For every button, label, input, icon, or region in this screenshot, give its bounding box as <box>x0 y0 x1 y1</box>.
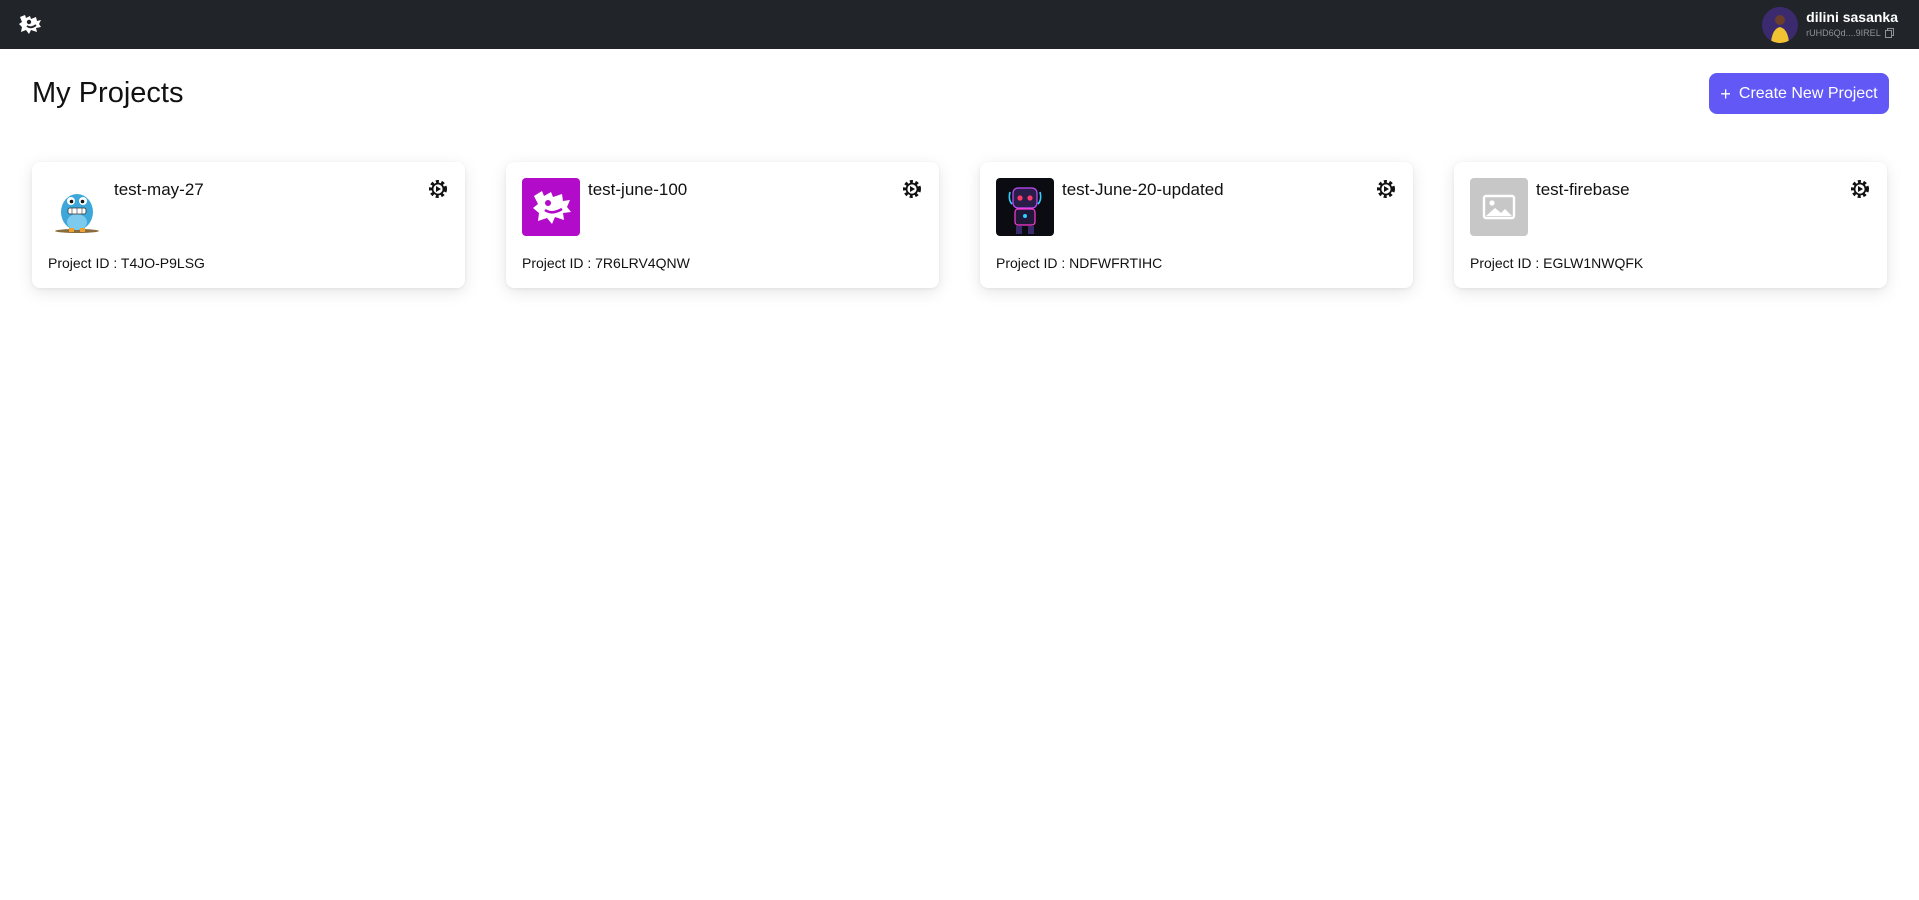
copy-icon[interactable] <box>1884 28 1894 38</box>
gear-icon[interactable] <box>1849 178 1871 200</box>
project-card[interactable]: test-june-100 Project ID : 7R6LRV4QNW <box>506 162 939 288</box>
project-card[interactable]: test-may-27 Project ID : T4JO-P9LSG <box>32 162 465 288</box>
project-card[interactable]: test-June-20-updated Project ID : NDFWFR… <box>980 162 1413 288</box>
user-name: dilini sasanka <box>1806 9 1898 25</box>
dragon-logo-icon[interactable] <box>17 11 43 37</box>
gear-icon[interactable] <box>427 178 449 200</box>
avatar[interactable] <box>1762 6 1799 43</box>
project-id-label: Project ID : <box>522 255 592 271</box>
plus-icon: + <box>1720 83 1731 104</box>
project-id-label: Project ID : <box>48 255 118 271</box>
project-thumbnail-neon-robot <box>996 178 1054 236</box>
page-title: My Projects <box>32 77 184 109</box>
project-id-label: Project ID : <box>996 255 1066 271</box>
project-id: Project ID : NDFWFRTIHC <box>996 254 1162 272</box>
project-name[interactable]: test-June-20-updated <box>1062 180 1224 200</box>
project-id-value: 7R6LRV4QNW <box>595 255 690 271</box>
project-name[interactable]: test-june-100 <box>588 180 687 200</box>
project-id: Project ID : T4JO-P9LSG <box>48 254 205 272</box>
project-card[interactable]: test-firebase Project ID : EGLW1NWQFK <box>1454 162 1887 288</box>
project-thumbnail-purple-dragon <box>522 178 580 236</box>
create-new-project-label: Create New Project <box>1738 84 1878 102</box>
project-id: Project ID : EGLW1NWQFK <box>1470 254 1643 272</box>
project-id-value: NDFWFRTIHC <box>1069 255 1163 271</box>
placeholder-image-icon <box>1470 178 1528 236</box>
project-id: Project ID : 7R6LRV4QNW <box>522 254 690 272</box>
project-name[interactable]: test-may-27 <box>114 180 204 200</box>
project-thumbnail-blue-monster <box>48 178 106 236</box>
user-menu[interactable]: dilini sasanka rUHD6Qd....9IREL <box>1762 4 1898 45</box>
project-id-value: T4JO-P9LSG <box>120 255 205 271</box>
gear-icon[interactable] <box>901 178 923 200</box>
user-id: rUHD6Qd....9IREL <box>1806 28 1881 38</box>
create-new-project-button[interactable]: + Create New Project <box>1709 73 1889 114</box>
project-grid: test-may-27 Project ID : T4JO-P9LSG test… <box>32 162 1890 288</box>
project-id-value: EGLW1NWQFK <box>1543 255 1644 271</box>
project-id-label: Project ID : <box>1470 255 1540 271</box>
project-name[interactable]: test-firebase <box>1536 180 1630 200</box>
top-navbar: dilini sasanka rUHD6Qd....9IREL <box>0 0 1919 49</box>
gear-icon[interactable] <box>1375 178 1397 200</box>
